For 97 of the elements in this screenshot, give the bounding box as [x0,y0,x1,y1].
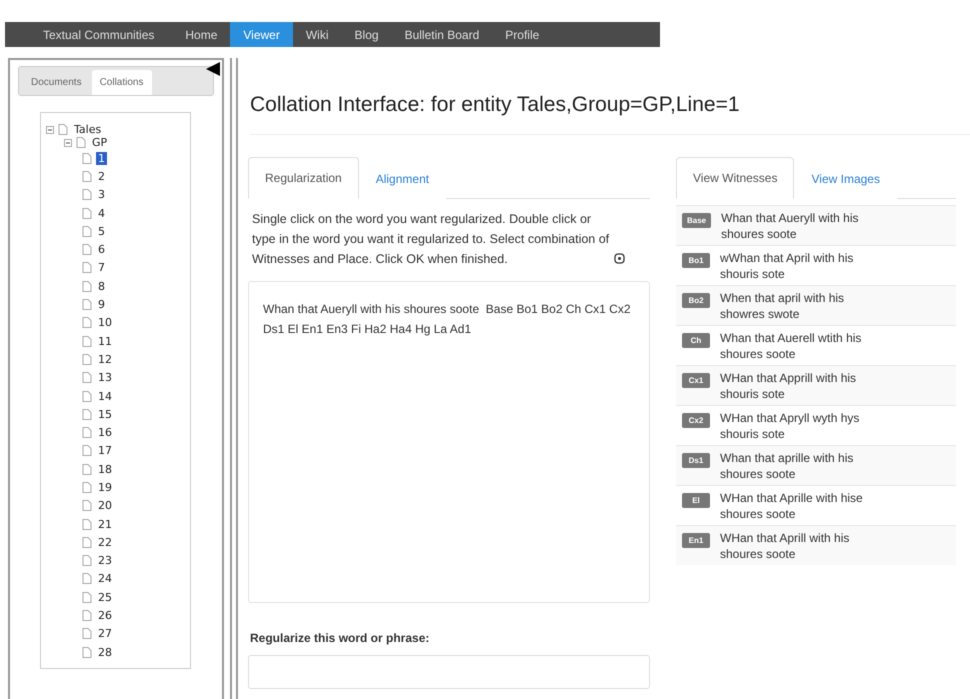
witness-text: WHan that Apprill with his shouris sote [720,370,858,402]
tree-item[interactable]: 14 [96,390,114,402]
document-icon [82,445,92,456]
document-icon [82,464,92,475]
tree-item[interactable]: 4 [96,206,107,220]
document-icon [82,390,92,402]
tree-item[interactable]: 27 [96,627,114,640]
tree-item[interactable]: 3 [96,188,107,202]
document-icon [82,592,92,603]
document-icon [82,170,92,182]
collapse-icon[interactable] [46,126,54,134]
siglum-badge: En1 [682,533,710,548]
document-icon [82,280,92,292]
tree-item[interactable]: 19 [96,480,114,494]
document-icon [82,573,92,584]
document-icon [76,137,86,148]
tree-item[interactable]: 26 [96,609,114,622]
tree-item[interactable]: 20 [96,499,114,512]
tree-item[interactable]: 17 [96,444,114,458]
siglum-badge: Cx1 [682,373,710,388]
siglum-badge: Bo1 [682,253,710,268]
tree-item[interactable]: 18 [96,462,114,476]
field-label: Regularize this word or phrase: [250,631,430,645]
tree-item[interactable]: 7 [96,261,107,274]
siglum-badge: Cx2 [682,413,710,428]
tree-item[interactable]: 1 [96,152,107,165]
collapse-icon[interactable] [64,138,72,146]
nav-link[interactable]: Profile [492,22,552,47]
input-field[interactable] [248,655,650,689]
tree-item[interactable]: 22 [96,536,114,549]
witness-text: WHan that Apryll wyth hys shouris sote [720,410,860,442]
document-icon [82,317,92,328]
document-icon [82,372,92,384]
tree-item[interactable]: 6 [96,243,107,256]
nav-link[interactable]: Bulletin Board [392,22,492,47]
nav-link[interactable]: Home [172,22,230,47]
nav-link[interactable]: Wiki [292,22,342,47]
nav-link[interactable]: Blog [342,22,392,47]
tree-item[interactable]: 24 [96,572,114,586]
siglum-badge: Bo2 [682,293,710,308]
tree-item[interactable]: 16 [96,426,114,440]
brand-link[interactable]: Textual Communities [5,22,172,47]
document-icon [82,226,92,237]
witness-text: Whan that Auerell wtith his shoures soote [720,330,862,362]
siglum-badge: El [682,493,710,508]
tab[interactable]: Regularization [248,157,359,199]
document-icon [82,354,92,365]
document-icon [82,336,92,347]
tree-item[interactable]: 23 [96,554,114,568]
document-icon [82,262,92,274]
document-icon [82,244,92,256]
document-icon [82,536,92,548]
document-icon [82,500,92,512]
tab[interactable]: Collations [92,70,152,95]
tree-item[interactable]: 15 [96,408,114,421]
tab[interactable]: Documents [23,70,90,95]
witness-text: Whan that Aueryll with his shoures soote [721,210,860,242]
witness-text: When that april with his showres swote [720,290,846,322]
witness-text: wWhan that April with his shouris sote [720,250,854,282]
witness-text: Whan that aprille with his shoures soote [720,450,854,482]
tree-item[interactable]: 2 [96,170,107,183]
tree-item[interactable]: Tales [72,123,104,136]
document-icon [82,189,92,200]
document-icon [58,124,68,135]
siglum-badge: Ch [682,333,710,348]
instructions-text: Single click on the word you want regularized. Double click or type in the word you want it regularized to. Select combination of Witnesses and Place. Click OK when finished. [252,211,610,268]
witness-text: WHan that Aprill with his shoures soote [720,530,850,562]
collapse-arrow-icon[interactable] [206,62,220,76]
tree-item[interactable]: 21 [96,518,114,531]
document-icon [82,408,92,420]
document-icon [82,610,92,622]
page-title: Collation Interface: for entity Tales,Group=GP,Line=1 [250,93,970,135]
tab[interactable]: View Witnesses [676,157,794,199]
document-icon [82,518,92,530]
tree-item[interactable]: 28 [96,646,114,659]
tree-item[interactable]: 5 [96,224,107,238]
tree-item[interactable]: 25 [96,590,114,604]
tree-item[interactable]: 10 [96,316,114,330]
siglum-badge: Base [682,213,712,228]
document-icon [82,299,92,310]
document-icon [82,646,92,658]
tree-item[interactable]: GP [90,136,110,149]
siglum-badge: Ds1 [682,453,710,468]
splitter-bar[interactable] [230,58,238,699]
document-icon [82,628,92,640]
tree-item[interactable]: 12 [96,352,114,366]
document-icon [82,208,92,219]
document-icon [82,555,92,566]
document-icon [82,482,92,493]
witness-text: WHan that Aprille with hise shoures soote [720,490,864,522]
document-icon [82,427,92,438]
text-area[interactable]: Whan that Aueryll with his shoures soote Base Bo1 Bo2 Ch Cx1 Cx2 Ds1 El En1 En3 Fi Ha2 Ha4 Hg La Ad1 [248,281,650,603]
tree-item[interactable]: 13 [96,371,114,384]
tree-item[interactable]: 11 [96,334,114,348]
tree-item[interactable]: 8 [96,280,107,293]
tree-item[interactable]: 9 [96,298,107,312]
document-icon [82,152,92,164]
